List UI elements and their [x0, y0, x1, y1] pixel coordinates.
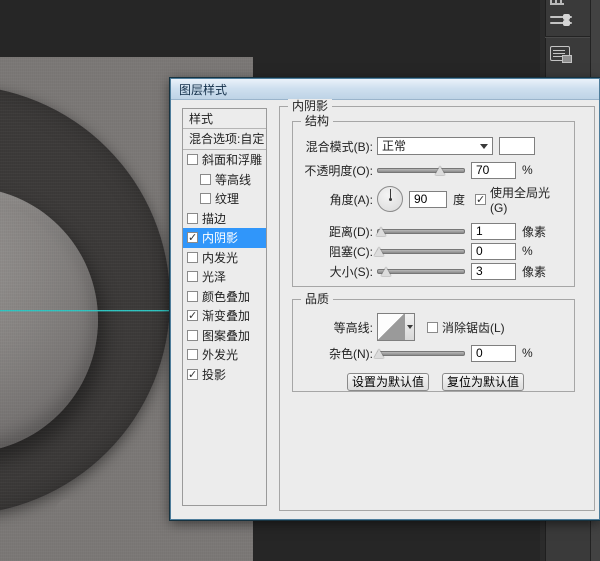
gradient-overlay-checkbox[interactable]: [187, 309, 198, 322]
global-light-label: 使用全局光(G): [490, 185, 551, 215]
choke-slider-thumb[interactable]: [374, 246, 384, 256]
quality-group: 品质 等高线: 消除锯齿(L) 杂色(N): %: [292, 292, 575, 392]
opacity-slider-thumb[interactable]: [435, 165, 445, 175]
sidebar-item-bevel-emboss[interactable]: 斜面和浮雕: [183, 150, 266, 170]
sidebar-item-contour[interactable]: 等高线: [183, 170, 266, 190]
dock-separator: [545, 36, 590, 37]
angle-label: 角度(A):: [329, 192, 373, 207]
choke-unit: %: [522, 244, 533, 258]
texture-checkbox[interactable]: [200, 193, 211, 205]
distance-slider-thumb[interactable]: [376, 226, 386, 236]
sidebar-item-label: 渐变叠加: [202, 309, 251, 324]
styles-header: 样式: [183, 109, 266, 129]
choke-label: 阻塞(C):: [329, 244, 373, 259]
contour-thumbnail: [378, 314, 404, 340]
sidebar-item-label: 外发光: [202, 348, 239, 363]
distance-slider[interactable]: [376, 226, 465, 236]
layer-style-dialog: 图层样式 样式 混合选项:自定 斜面和浮雕 等高线 纹理 描边 ✓ 内阴影 内发…: [170, 78, 600, 520]
angle-input[interactable]: [409, 190, 447, 208]
inner-glow-checkbox[interactable]: [187, 251, 198, 263]
satin-checkbox[interactable]: [187, 271, 198, 283]
distance-label: 距离(D):: [329, 224, 373, 239]
blend-mode-select[interactable]: 正常: [377, 137, 493, 155]
choke-slider[interactable]: [374, 246, 465, 256]
sidebar-item-satin[interactable]: 光泽: [183, 267, 266, 287]
sidebar-item-label: 内发光: [202, 250, 239, 265]
quality-group-title: 品质: [301, 292, 334, 306]
antialias-checkbox[interactable]: [427, 321, 438, 333]
styles-sidebar: 样式 混合选项:自定 斜面和浮雕 等高线 纹理 描边 内阴影: [182, 108, 267, 506]
contour-picker[interactable]: [377, 313, 415, 341]
grid-panel-icon[interactable]: [550, 0, 576, 5]
dialog-title-bar[interactable]: 图层样式: [171, 79, 599, 100]
sidebar-item-blending-options[interactable]: 混合选项:自定: [183, 129, 266, 150]
size-input[interactable]: [471, 262, 516, 280]
contour-label: 等高线:: [333, 320, 373, 335]
inner-shadow-checkbox[interactable]: [187, 231, 198, 244]
bevel-emboss-checkbox[interactable]: [187, 154, 198, 166]
photoshop-workspace: 图层样式 样式 混合选项:自定 斜面和浮雕 等高线 纹理 描边 ✓ 内阴影 内发…: [0, 0, 600, 561]
contour-checkbox[interactable]: [200, 173, 211, 185]
sidebar-item-label: 斜面和浮雕: [202, 153, 263, 168]
sidebar-item-label: 图案叠加: [202, 328, 251, 343]
sidebar-item-inner-shadow[interactable]: 内阴影: [183, 228, 266, 248]
structure-group: 结构 混合模式(B): 正常 不透明度(O): %: [292, 114, 575, 287]
drop-shadow-checkbox[interactable]: [187, 368, 198, 381]
sidebar-item-label: 颜色叠加: [202, 289, 251, 304]
sidebar-item-pattern-overlay[interactable]: 图案叠加: [183, 326, 266, 346]
sidebar-item-label: 描边: [202, 211, 227, 226]
dialog-title: 图层样式: [179, 82, 228, 97]
opacity-slider[interactable]: [377, 165, 465, 175]
blend-mode-label: 混合模式(B):: [305, 139, 373, 154]
antialias-label: 消除锯齿(L): [442, 320, 505, 335]
reset-default-button[interactable]: 复位为默认值: [442, 373, 524, 391]
contour-dropdown-arrow[interactable]: [404, 314, 414, 340]
distance-unit: 像素: [522, 224, 547, 239]
set-default-button[interactable]: 设置为默认值: [347, 373, 429, 391]
panel-title: 内阴影: [288, 99, 333, 113]
shadow-color-swatch[interactable]: [499, 137, 535, 155]
sidebar-item-label: 内阴影: [202, 231, 239, 246]
sidebar-item-drop-shadow[interactable]: 投影: [183, 365, 266, 385]
sidebar-item-color-overlay[interactable]: 颜色叠加: [183, 287, 266, 307]
outer-glow-checkbox[interactable]: [187, 349, 198, 361]
size-slider[interactable]: [377, 266, 465, 276]
sidebar-item-gradient-overlay[interactable]: 渐变叠加: [183, 306, 266, 326]
size-unit: 像素: [522, 264, 547, 279]
angle-dial[interactable]: [377, 186, 403, 212]
noise-slider[interactable]: [374, 348, 465, 358]
choke-input[interactable]: [471, 242, 516, 260]
sidebar-item-inner-glow[interactable]: 内发光: [183, 248, 266, 268]
blend-mode-value: 正常: [382, 138, 407, 153]
noise-input[interactable]: [471, 344, 516, 362]
opacity-input[interactable]: [471, 161, 516, 179]
structure-group-title: 结构: [301, 114, 334, 128]
noise-label: 杂色(N):: [329, 346, 373, 361]
sidebar-item-label: 光泽: [202, 270, 227, 285]
stroke-checkbox[interactable]: [187, 212, 198, 224]
chevron-down-icon: [480, 143, 488, 149]
angle-dial-center: [388, 197, 392, 201]
distance-input[interactable]: [471, 222, 516, 240]
clone-source-panel-icon[interactable]: [550, 46, 576, 63]
global-light-checkbox[interactable]: [475, 193, 487, 206]
sidebar-item-stroke[interactable]: 描边: [183, 209, 266, 229]
sidebar-item-label: 纹理: [215, 192, 240, 207]
sidebar-item-label: 等高线: [215, 172, 252, 187]
angle-unit: 度: [453, 192, 466, 207]
inner-shadow-panel: 内阴影 结构 混合模式(B): 正常 不透明度(O): 70 % 角度(A): …: [279, 99, 595, 511]
color-overlay-checkbox[interactable]: [187, 290, 198, 302]
sidebar-item-label: 投影: [202, 367, 227, 382]
brush-presets-icon[interactable]: [550, 12, 576, 28]
noise-slider-thumb[interactable]: [374, 348, 384, 358]
opacity-label: 不透明度(O):: [304, 163, 373, 178]
noise-unit: %: [522, 346, 533, 360]
size-label: 大小(S):: [329, 264, 373, 279]
sidebar-item-outer-glow[interactable]: 外发光: [183, 345, 266, 365]
opacity-unit: %: [522, 163, 533, 177]
size-slider-thumb[interactable]: [381, 266, 391, 276]
pattern-overlay-checkbox[interactable]: [187, 329, 198, 341]
knob-notch-artwork: [55, 499, 81, 525]
sidebar-item-texture[interactable]: 纹理: [183, 189, 266, 209]
